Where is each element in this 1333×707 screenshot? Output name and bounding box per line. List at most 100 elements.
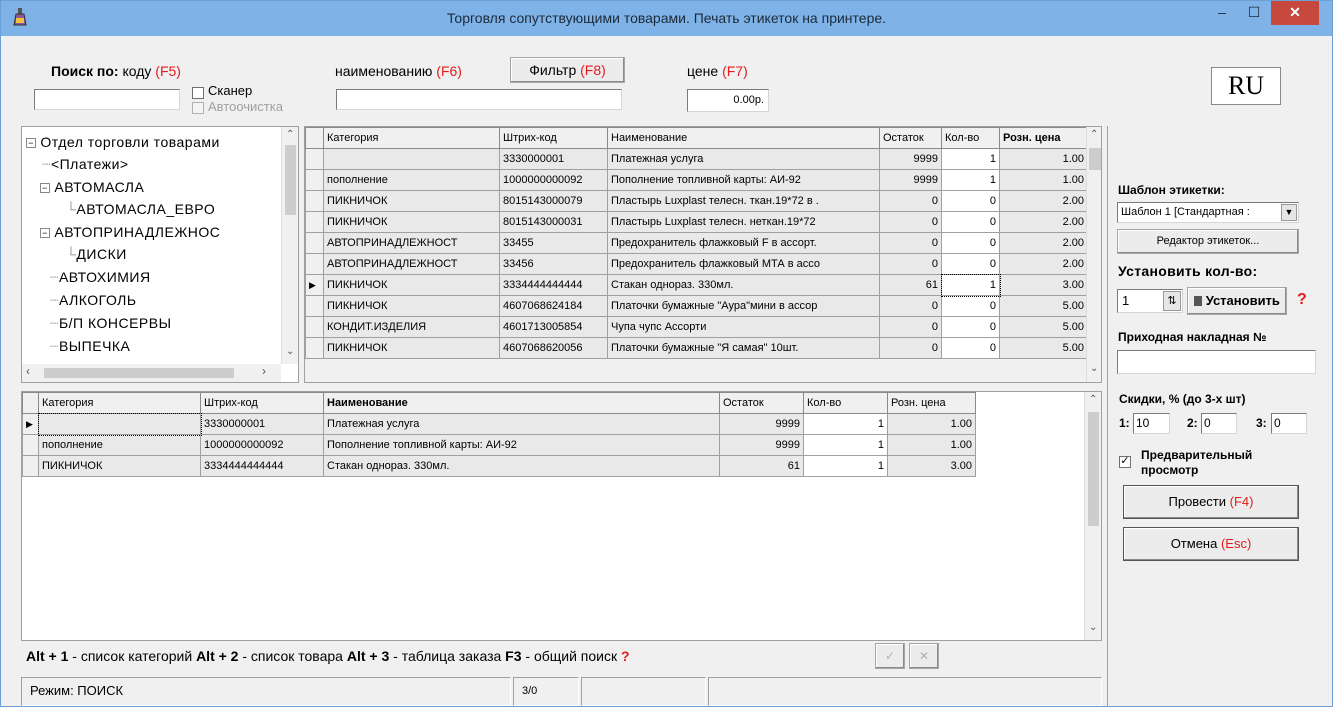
tree-item[interactable]: └АВТОМАСЛА_ЕВРО xyxy=(66,201,215,217)
row-indicator[interactable] xyxy=(305,148,324,170)
scroll-up-icon[interactable]: ⌃ xyxy=(1089,394,1097,405)
scroll-up-icon[interactable]: ⌃ xyxy=(1090,129,1098,140)
col-barcode[interactable]: Штрих-код xyxy=(499,127,608,149)
row-indicator[interactable] xyxy=(305,211,324,233)
table-row[interactable]: ▶ 3330000001 Платежная услуга 9999 1 1.00 xyxy=(22,412,976,436)
col-price[interactable]: Розн. цена xyxy=(887,392,976,414)
template-select[interactable]: Шаблон 1 [Стандартная : ▼ xyxy=(1117,202,1299,223)
row-indicator[interactable] xyxy=(305,190,324,212)
price-search-input[interactable]: 0.00р. xyxy=(687,89,769,112)
table-row[interactable]: АВТОПРИНАДЛЕЖНОСТ 33455 Предохранитель фла… xyxy=(305,232,1088,254)
minimize-button[interactable]: – xyxy=(1207,1,1237,25)
products-vertical-scrollbar[interactable]: ⌃ ⌄ xyxy=(1086,127,1101,382)
cell-qty[interactable]: 0 xyxy=(941,316,1000,338)
chevron-down-icon[interactable]: ▼ xyxy=(1281,204,1297,221)
table-row[interactable]: КОНДИТ.ИЗДЕЛИЯ 4601713005854 Чупа чупс Асс… xyxy=(305,316,1088,338)
help-icon[interactable]: ? xyxy=(1297,291,1307,309)
row-indicator[interactable] xyxy=(22,434,39,456)
name-search-input[interactable] xyxy=(336,89,622,110)
row-indicator[interactable] xyxy=(305,232,324,254)
current-row-indicator[interactable]: ▶ xyxy=(305,274,324,296)
preview-checkbox[interactable]: ✓ xyxy=(1119,456,1131,468)
collapse-icon[interactable]: − xyxy=(40,228,50,238)
table-row[interactable]: пополнение 1000000000092 Пополнение топлив… xyxy=(305,169,1088,191)
discount-3-input[interactable]: 0 xyxy=(1271,413,1307,434)
cell-qty[interactable]: 1 xyxy=(940,273,1001,297)
col-barcode[interactable]: Штрих-код xyxy=(200,392,324,414)
table-row[interactable]: ПИКНИЧОК 4607068620056 Платочки бумажные "… xyxy=(305,337,1088,359)
cell-qty[interactable]: 0 xyxy=(941,253,1000,275)
row-indicator[interactable] xyxy=(22,455,39,477)
tree-item[interactable]: ┈Б/П КОНСЕРВЫ xyxy=(50,315,171,332)
maximize-button[interactable]: ☐ xyxy=(1239,1,1269,25)
col-category[interactable]: Категория xyxy=(323,127,500,149)
tree-item[interactable]: ┈<Платежи> xyxy=(42,156,129,173)
invoice-input[interactable] xyxy=(1117,350,1316,374)
close-button[interactable]: ✕ xyxy=(1271,1,1319,25)
set-qty-button[interactable]: Установить xyxy=(1187,287,1287,315)
code-search-input[interactable] xyxy=(34,89,180,110)
label-editor-button[interactable]: Редактор этикеток... xyxy=(1117,229,1299,254)
cell-qty[interactable]: 0 xyxy=(941,211,1000,233)
delete-icon[interactable]: ✕ xyxy=(909,643,939,669)
col-name[interactable]: Наименование xyxy=(323,392,720,414)
cell-qty[interactable]: 0 xyxy=(941,190,1000,212)
table-row[interactable]: ПИКНИЧОК 3334444444444 Стакан однораз. 330… xyxy=(22,455,976,477)
products-grid[interactable]: Категория Штрих-код Наименование Остаток… xyxy=(304,126,1102,383)
tree-vertical-scrollbar[interactable]: ⌃ ⌄ xyxy=(281,127,298,364)
cell-qty[interactable]: 0 xyxy=(941,337,1000,359)
autoclean-checkbox[interactable] xyxy=(192,102,204,114)
tree-root[interactable]: − Отдел торговли товарами xyxy=(26,134,220,150)
collapse-icon[interactable]: − xyxy=(40,183,50,193)
order-vscroll-thumb[interactable] xyxy=(1088,412,1099,526)
row-indicator[interactable] xyxy=(305,253,324,275)
help-icon[interactable]: ? xyxy=(621,648,630,664)
tree-item[interactable]: − АВТОПРИНАДЛЕЖНОС xyxy=(40,224,220,240)
scroll-down-icon[interactable]: ⌄ xyxy=(286,346,294,357)
discount-1-input[interactable]: 10 xyxy=(1133,413,1170,434)
language-indicator[interactable]: RU xyxy=(1211,67,1281,105)
spin-icon[interactable]: ⇅ xyxy=(1163,291,1181,311)
col-category[interactable]: Категория xyxy=(38,392,201,414)
table-row[interactable]: ПИКНИЧОК 4607068624184 Платочки бумажные "… xyxy=(305,295,1088,317)
tree-item[interactable]: − АВТОМАСЛА xyxy=(40,179,144,195)
filter-button[interactable]: Фильтр (F8) xyxy=(510,57,625,83)
scroll-down-icon[interactable]: ⌄ xyxy=(1090,363,1098,374)
collapse-icon[interactable]: − xyxy=(26,138,36,148)
table-row[interactable]: пополнение 1000000000092 Пополнение топлив… xyxy=(22,434,976,456)
confirm-icon[interactable]: ✓ xyxy=(875,643,905,669)
tree-vscroll-thumb[interactable] xyxy=(285,145,296,215)
cell-qty[interactable]: 1 xyxy=(803,434,888,456)
cell-qty[interactable]: 0 xyxy=(941,295,1000,317)
tree-item[interactable]: └ДИСКИ xyxy=(66,246,127,262)
col-stock[interactable]: Остаток xyxy=(879,127,942,149)
col-stock[interactable]: Остаток xyxy=(719,392,804,414)
col-qty[interactable]: Кол-во xyxy=(941,127,1000,149)
col-price[interactable]: Розн. цена xyxy=(999,127,1088,149)
post-button[interactable]: Провести (F4) xyxy=(1123,485,1299,519)
cancel-button[interactable]: Отмена (Esc) xyxy=(1123,527,1299,561)
order-grid[interactable]: Категория Штрих-код Наименование Остаток… xyxy=(21,391,1102,641)
cell-qty[interactable]: 1 xyxy=(941,169,1000,191)
table-row[interactable]: 3330000001 Платежная услуга 9999 1 1.00 xyxy=(305,148,1088,170)
col-qty[interactable]: Кол-во xyxy=(803,392,888,414)
cell-qty[interactable]: 1 xyxy=(941,148,1000,170)
tree-item[interactable]: ┈ВЫПЕЧКА xyxy=(50,338,130,355)
tree-horizontal-scrollbar[interactable]: ‹ › xyxy=(22,364,281,382)
col-name[interactable]: Наименование xyxy=(607,127,880,149)
qty-input[interactable]: 1 ⇅ xyxy=(1117,289,1183,313)
category-tree[interactable]: − Отдел торговли товарами ┈<Платежи> − А… xyxy=(21,126,299,383)
row-indicator[interactable] xyxy=(305,316,324,338)
scroll-up-icon[interactable]: ⌃ xyxy=(286,129,294,140)
table-row[interactable]: ПИКНИЧОК 8015143000079 Пластырь Luxplast т… xyxy=(305,190,1088,212)
tree-item[interactable]: ┈АВТОХИМИЯ xyxy=(50,269,151,286)
cell-qty[interactable]: 1 xyxy=(803,413,888,435)
cell-qty[interactable]: 0 xyxy=(941,232,1000,254)
scroll-left-icon[interactable]: ‹ xyxy=(26,364,30,378)
scroll-right-icon[interactable]: › xyxy=(262,364,266,378)
discount-2-input[interactable]: 0 xyxy=(1201,413,1237,434)
row-indicator[interactable] xyxy=(305,337,324,359)
row-indicator[interactable] xyxy=(305,295,324,317)
table-row[interactable]: АВТОПРИНАДЛЕЖНОСТ 33456 Предохранитель фла… xyxy=(305,253,1088,275)
table-row[interactable]: ПИКНИЧОК 8015143000031 Пластырь Luxplast т… xyxy=(305,211,1088,233)
